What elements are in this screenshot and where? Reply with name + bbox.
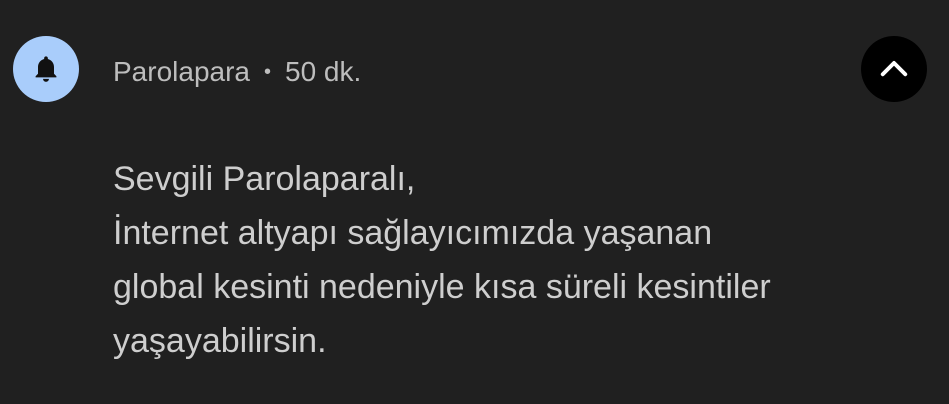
notification-message: Sevgili Parolaparalı, İnternet altyapı s… (113, 152, 913, 368)
message-line: Sevgili Parolaparalı, (113, 160, 416, 198)
message-line: İnternet altyapı sağlayıcımızda yaşanan (113, 214, 713, 252)
notification-card[interactable]: Parolapara • 50 dk. Sevgili Parolaparalı… (0, 0, 949, 404)
notification-time: 50 dk. (285, 56, 362, 87)
header-separator: • (263, 60, 271, 83)
bell-icon (35, 56, 57, 82)
message-line: global kesinti nedeniyle kısa süreli kes… (113, 268, 771, 306)
app-name: Parolapara (113, 56, 250, 87)
notification-header: Parolapara • 50 dk. (113, 52, 361, 92)
message-line: yaşayabilirsin. (113, 322, 327, 360)
chevron-up-icon (880, 61, 908, 77)
collapse-button[interactable] (861, 36, 927, 102)
app-icon-badge (13, 36, 79, 102)
